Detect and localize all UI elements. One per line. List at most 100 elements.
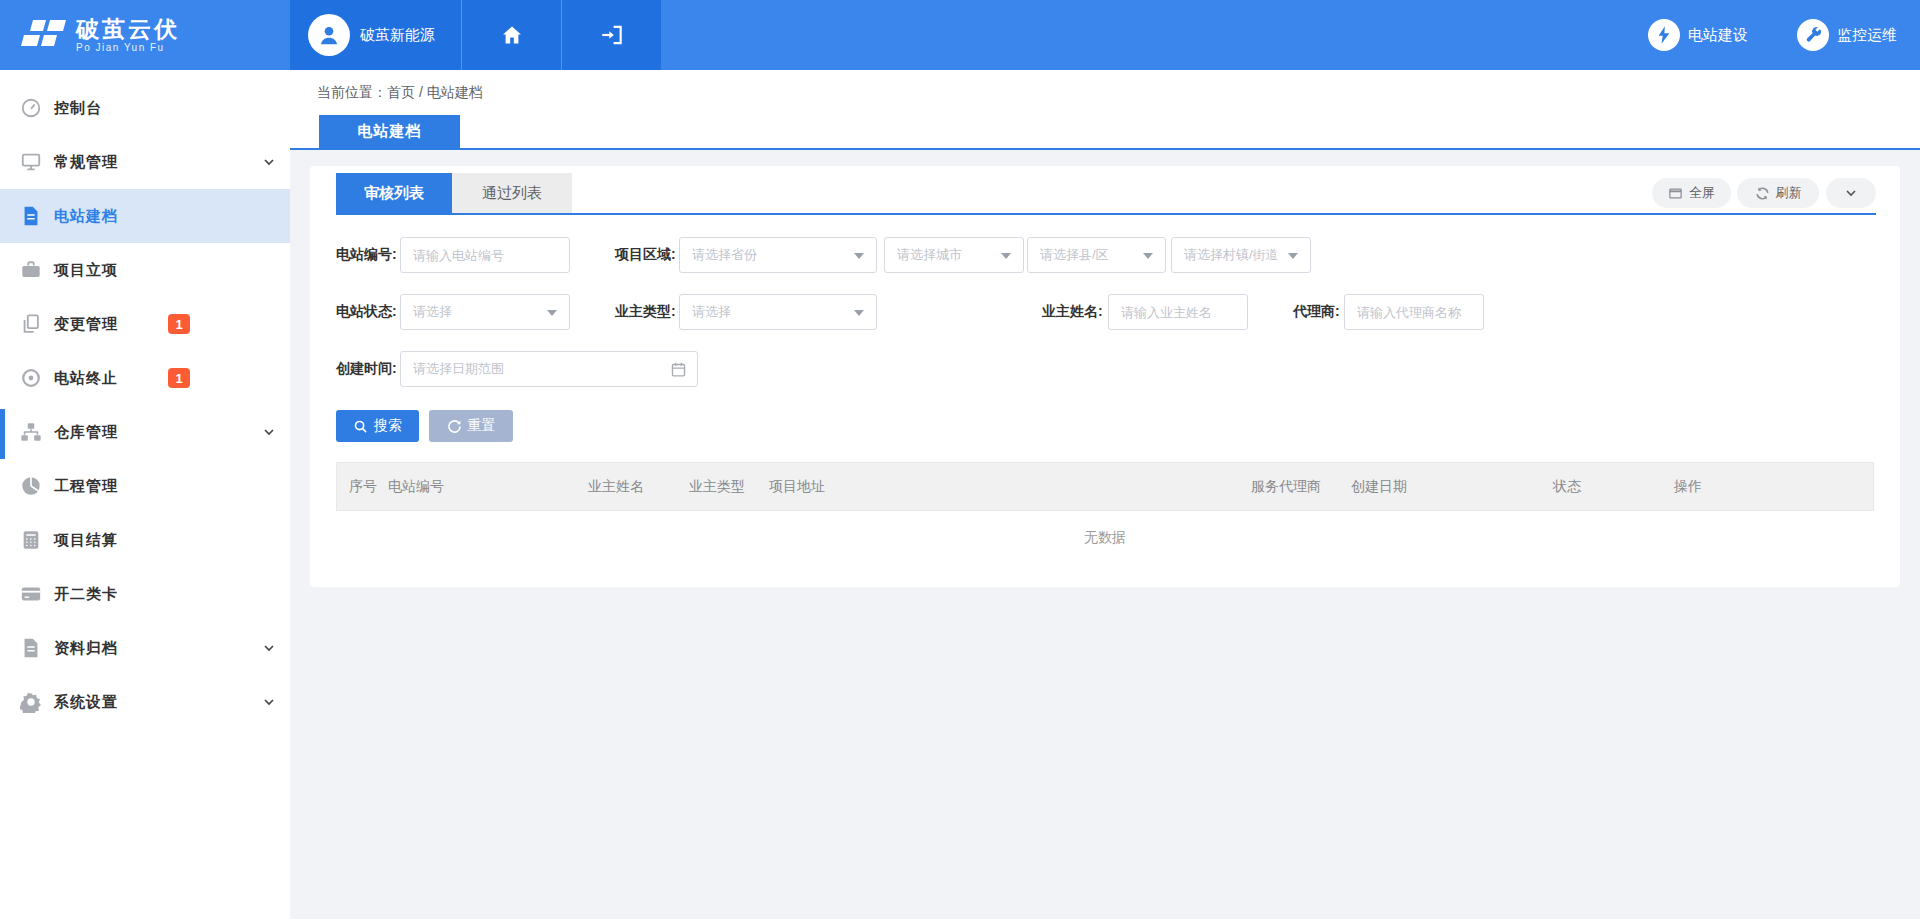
- breadcrumb-current: 电站建档: [427, 84, 483, 100]
- filter-row-2: 电站状态: 请选择 业主类型: 请选择 业主姓名: 代理商:: [336, 294, 1876, 330]
- sidebar-item-settlement[interactable]: 项目结算: [0, 513, 290, 567]
- col-index: 序号: [337, 478, 382, 496]
- refresh-icon: [1755, 186, 1770, 201]
- col-project-address: 项目地址: [763, 478, 1245, 496]
- breadcrumb-prefix: 当前位置：: [317, 84, 387, 100]
- search-icon: [353, 419, 368, 434]
- header-right: 电站建设 监控运维: [1648, 0, 1920, 70]
- sidebar-item-warehouse[interactable]: 仓库管理: [0, 405, 290, 459]
- chevron-down-icon: [261, 694, 277, 714]
- disc-icon: [19, 366, 43, 390]
- search-button[interactable]: 搜索: [336, 410, 419, 442]
- created-time-label: 创建时间:: [336, 360, 400, 378]
- breadcrumb-separator: /: [415, 84, 427, 100]
- gauge-icon: [19, 96, 43, 120]
- calendar-icon: [670, 361, 687, 381]
- home-button[interactable]: [461, 0, 561, 70]
- sidebar-item-general[interactable]: 常规管理: [0, 135, 290, 189]
- caret-down-icon: [1001, 253, 1011, 259]
- station-no-label: 电站编号:: [336, 246, 400, 264]
- page-tab-station-archive[interactable]: 电站建档: [319, 115, 460, 148]
- sidebar-item-project-approval[interactable]: 项目立项: [0, 243, 290, 297]
- panel-tabs-row: 审核列表 通过列表 全屏 刷新: [336, 173, 1876, 213]
- col-owner-type: 业主类型: [683, 478, 763, 496]
- sidebar: 控制台 常规管理 电站建档 项目立项 变更管理 1 电站终止 1 仓库管理: [0, 70, 290, 919]
- sitemap-icon: [19, 420, 43, 444]
- document-icon: [19, 636, 43, 660]
- badge: 1: [168, 314, 190, 334]
- header-user-group: 破茧新能源: [290, 0, 661, 70]
- nav-monitor-ops[interactable]: 监控运维: [1797, 19, 1897, 51]
- sidebar-item-station-terminate[interactable]: 电站终止 1: [0, 351, 290, 405]
- sidebar-item-engineering[interactable]: 工程管理: [0, 459, 290, 513]
- refresh-button[interactable]: 刷新: [1737, 178, 1819, 208]
- station-status-select[interactable]: 请选择: [400, 294, 570, 330]
- user-icon: [316, 22, 342, 48]
- breadcrumb-bar: 当前位置：首页 / 电站建档 电站建档: [290, 70, 1920, 148]
- chevron-down-icon: [261, 640, 277, 660]
- tab-review-list[interactable]: 审核列表: [336, 173, 452, 213]
- logo-icon: [20, 18, 67, 58]
- file-icon: [19, 204, 43, 228]
- nav-monitor-ops-label: 监控运维: [1837, 26, 1897, 45]
- collapse-button[interactable]: [1826, 178, 1876, 208]
- village-select[interactable]: 请选择村镇/街道: [1171, 237, 1311, 273]
- sidebar-item-data-archive[interactable]: 资料归档: [0, 621, 290, 675]
- content-panel: 审核列表 通过列表 全屏 刷新: [310, 166, 1900, 587]
- caret-down-icon: [1288, 253, 1298, 259]
- user-name: 破茧新能源: [360, 26, 435, 45]
- county-select[interactable]: 请选择县/区: [1027, 237, 1166, 273]
- monitor-icon: [19, 150, 43, 174]
- province-select[interactable]: 请选择省份: [679, 237, 877, 273]
- col-status: 状态: [1547, 478, 1668, 496]
- nav-station-build[interactable]: 电站建设: [1648, 19, 1748, 51]
- user-menu[interactable]: 破茧新能源: [290, 0, 461, 70]
- top-header: 破茧云伏 Po Jian Yun Fu 破茧新能源: [0, 0, 1920, 70]
- agent-input[interactable]: [1344, 294, 1484, 330]
- caret-down-icon: [1143, 253, 1153, 259]
- station-no-input[interactable]: [400, 237, 570, 273]
- sidebar-item-dashboard[interactable]: 控制台: [0, 81, 290, 135]
- logo: 破茧云伏 Po Jian Yun Fu: [0, 0, 290, 70]
- wrench-icon: [1797, 19, 1829, 51]
- owner-name-label: 业主姓名:: [1042, 303, 1108, 321]
- caret-down-icon: [547, 310, 557, 316]
- owner-type-select[interactable]: 请选择: [679, 294, 877, 330]
- date-range-input[interactable]: 请选择日期范围: [400, 351, 698, 387]
- tab-underline: [290, 148, 1920, 150]
- breadcrumb-home[interactable]: 首页: [387, 84, 415, 100]
- panel-tabs-underline: [336, 213, 1876, 215]
- col-created-date: 创建日期: [1345, 478, 1547, 496]
- owner-type-label: 业主类型:: [615, 303, 679, 321]
- col-service-agent: 服务代理商: [1245, 478, 1345, 496]
- app: 破茧云伏 Po Jian Yun Fu 破茧新能源: [0, 0, 1920, 919]
- logout-icon: [599, 22, 625, 48]
- badge: 1: [168, 368, 190, 388]
- logo-title: 破茧云伏: [76, 16, 180, 42]
- copy-icon: [19, 312, 43, 336]
- filter-row-3: 创建时间: 请选择日期范围: [336, 351, 1876, 387]
- logo-subtitle: Po Jian Yun Fu: [76, 42, 180, 54]
- avatar: [308, 14, 350, 56]
- sidebar-item-card[interactable]: 开二类卡: [0, 567, 290, 621]
- nav-station-build-label: 电站建设: [1688, 26, 1748, 45]
- lightning-icon: [1648, 19, 1680, 51]
- city-select[interactable]: 请选择城市: [884, 237, 1024, 273]
- reset-button[interactable]: 重置: [429, 410, 513, 442]
- gear-icon: [19, 690, 43, 714]
- fullscreen-button[interactable]: 全屏: [1652, 178, 1731, 208]
- sidebar-item-change-mgmt[interactable]: 变更管理 1: [0, 297, 290, 351]
- logout-button[interactable]: [561, 0, 661, 70]
- logo-text: 破茧云伏 Po Jian Yun Fu: [76, 16, 180, 54]
- sidebar-item-station-archive[interactable]: 电站建档: [0, 189, 290, 243]
- owner-name-input[interactable]: [1108, 294, 1248, 330]
- col-owner-name: 业主姓名: [582, 478, 683, 496]
- chevron-down-icon: [261, 154, 277, 174]
- filter-actions: 搜索 重置: [336, 410, 1876, 442]
- region-label: 项目区域:: [615, 246, 679, 264]
- main-area: 当前位置：首页 / 电站建档 电站建档 审核列表 通过列表 全屏 刷新: [290, 70, 1920, 919]
- pie-icon: [19, 474, 43, 498]
- tab-passed-list[interactable]: 通过列表: [452, 173, 572, 213]
- chevron-down-icon: [1843, 185, 1859, 201]
- sidebar-item-system-settings[interactable]: 系统设置: [0, 675, 290, 729]
